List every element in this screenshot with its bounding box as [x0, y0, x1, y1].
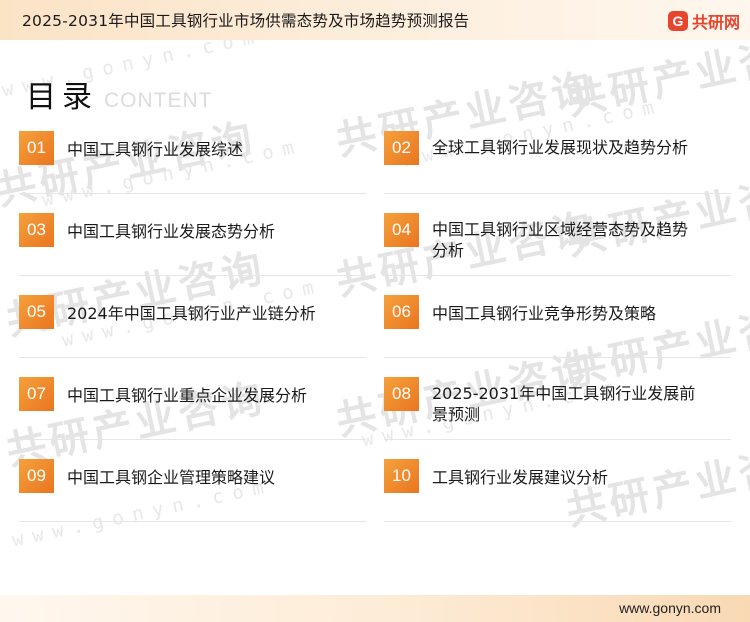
watermark-url: www.gonyn.com	[400, 94, 665, 172]
report-title: 2025-2031年中国工具钢行业市场供需态势及市场趋势预测报告	[22, 12, 470, 30]
toc-number-badge: 09	[19, 459, 54, 493]
divider	[19, 275, 366, 276]
toc-number-badge: 01	[19, 131, 54, 165]
logo-text: 共研网	[691, 13, 740, 32]
toc-number-badge: 03	[19, 213, 54, 247]
toc-label: 中国工具钢行业发展综述	[67, 140, 244, 159]
footer-url: www.gonyn.com	[619, 600, 721, 616]
toc-number-badge: 05	[19, 295, 54, 329]
toc-label: 中国工具钢行业发展态势分析	[67, 222, 276, 241]
toc-number-badge: 02	[384, 131, 419, 165]
watermark-text: 共研产业咨询	[562, 294, 750, 395]
watermark-text: 共研产业咨询	[562, 40, 750, 125]
toc-label: 中国工具钢行业重点企业发展分析	[67, 386, 308, 405]
logo-icon: G	[667, 11, 688, 31]
toc-number-badge: 08	[384, 377, 419, 411]
toc-number-badge: 06	[384, 295, 419, 329]
heading-title: 目录	[26, 80, 98, 115]
toc-label: 2025-2031年中国工具钢行业发展前景预测	[432, 384, 696, 424]
divider	[19, 193, 366, 194]
toc-label: 中国工具钢行业竞争形势及策略	[432, 304, 657, 323]
header-bar: 2025-2031年中国工具钢行业市场供需态势及市场趋势预测报告 G 共研网	[0, 0, 750, 40]
divider	[384, 439, 731, 440]
divider	[19, 521, 366, 522]
toc-label: 中国工具钢企业管理策略建议	[67, 468, 276, 487]
toc-label: 中国工具钢行业区域经营态势及趋势分析	[432, 220, 689, 260]
heading-subtitle: CONTENT	[104, 89, 213, 112]
divider	[384, 193, 731, 194]
footer-bar: www.gonyn.com	[0, 595, 750, 622]
divider	[384, 521, 731, 522]
toc-number-badge: 10	[384, 459, 419, 493]
toc-label: 工具钢行业发展建议分析	[432, 468, 609, 487]
toc-label: 2024年中国工具钢行业产业链分析	[67, 304, 316, 323]
toc-label: 全球工具钢行业发展现状及趋势分析	[432, 138, 689, 157]
divider	[384, 357, 731, 358]
toc-heading: 目录 CONTENT	[26, 72, 213, 116]
divider	[19, 439, 366, 440]
divider	[19, 357, 366, 358]
brand-logo: G 共研网	[667, 9, 740, 33]
toc-number-badge: 07	[19, 377, 54, 411]
toc-number-badge: 04	[384, 213, 419, 247]
divider	[384, 275, 731, 276]
watermark-text: 共研产业咨询	[2, 244, 270, 345]
